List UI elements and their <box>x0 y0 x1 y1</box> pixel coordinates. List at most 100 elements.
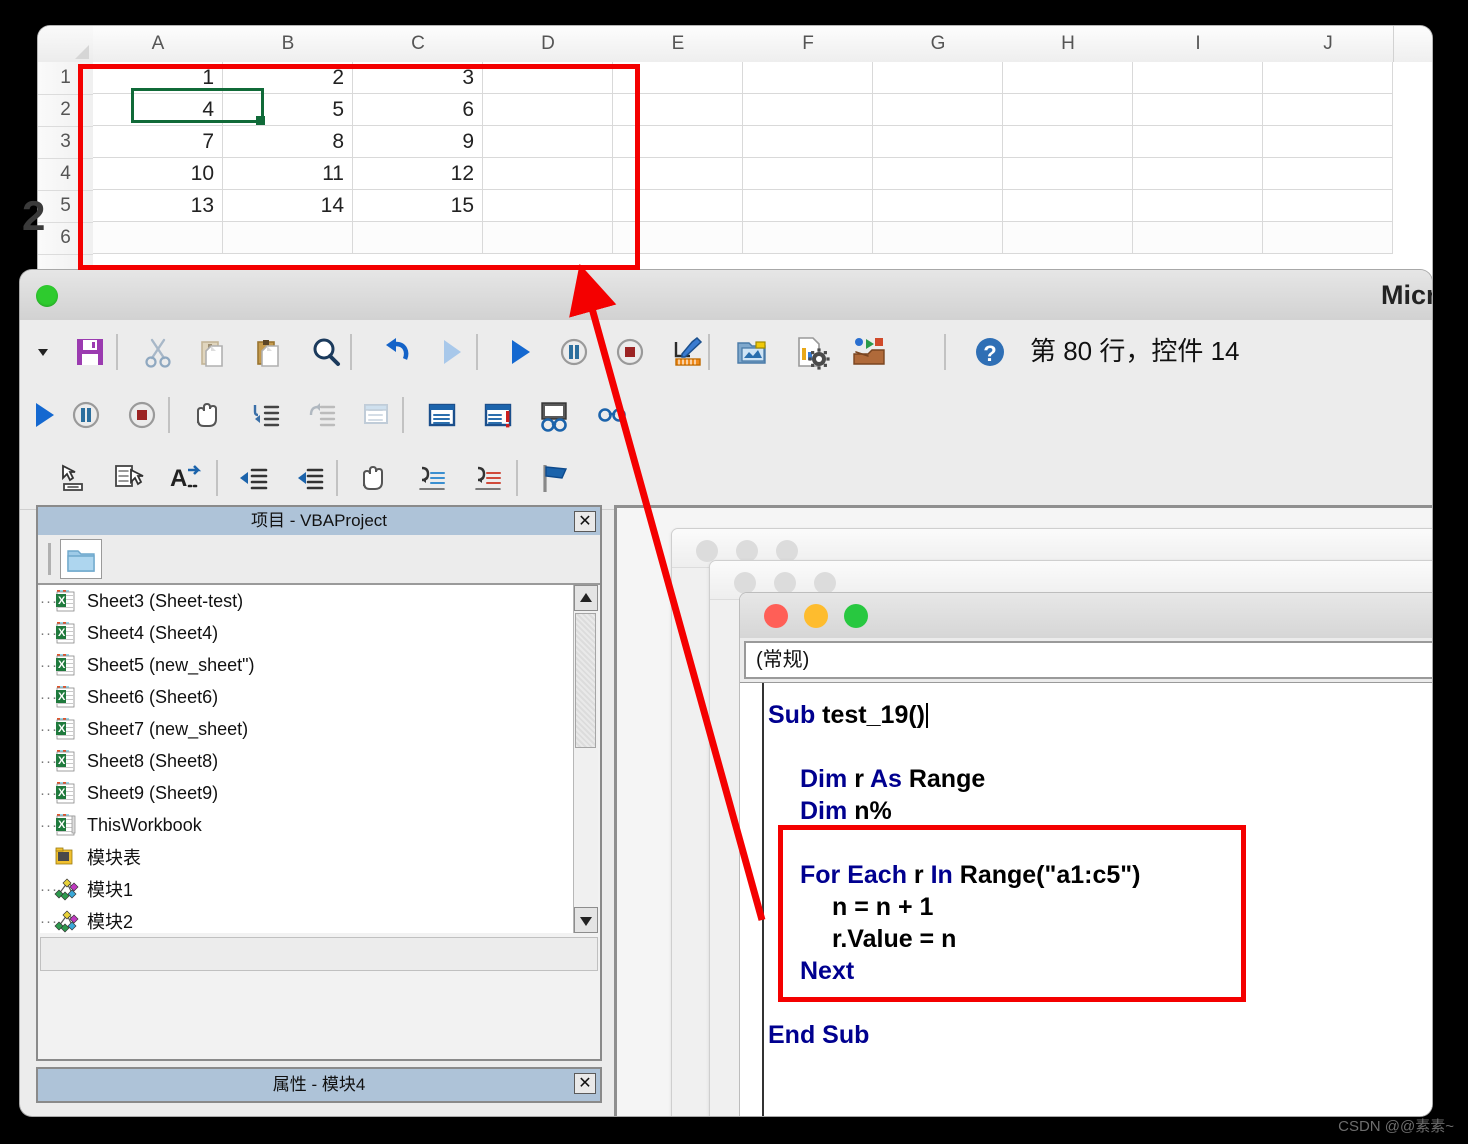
code-line-3[interactable]: Dim r As Range <box>764 763 1432 795</box>
comment-block-icon[interactable] <box>408 456 452 500</box>
scroll-up-button[interactable] <box>574 585 598 611</box>
object-browser-icon[interactable] <box>846 330 890 374</box>
tree-item-1[interactable]: ··· X Sheet4 (Sheet4) <box>40 617 574 649</box>
code-object-dropdown[interactable]: (常规) <box>744 641 1432 679</box>
quick-watch-icon[interactable] <box>590 393 634 437</box>
cell-B4[interactable]: 11 <box>223 158 353 190</box>
watch-window-icon[interactable] <box>532 393 576 437</box>
break-pause-icon[interactable] <box>64 393 108 437</box>
save-icon[interactable] <box>68 330 112 374</box>
cell-C3[interactable]: 9 <box>353 126 483 158</box>
tree-item-2[interactable]: ··· X Sheet5 (new_sheet") <box>40 649 574 681</box>
cell-F6[interactable] <box>743 222 873 254</box>
cell-C6[interactable] <box>353 222 483 254</box>
break-pause-icon[interactable] <box>552 330 596 374</box>
cell-F5[interactable] <box>743 190 873 222</box>
project-tree[interactable]: ··· X Sheet3 (Sheet-test) ··· X Sheet4 (Sheet… <box>40 585 574 933</box>
reset-stop-icon[interactable] <box>120 393 164 437</box>
cell-F4[interactable] <box>743 158 873 190</box>
column-header-J[interactable]: J <box>1263 26 1394 62</box>
row-header-6[interactable]: 6 <box>38 222 93 255</box>
code-line-5[interactable] <box>764 827 1432 859</box>
column-header-C[interactable]: C <box>353 26 484 62</box>
cell-G6[interactable] <box>873 222 1003 254</box>
step-into-icon[interactable] <box>242 393 286 437</box>
undo-icon[interactable] <box>372 330 416 374</box>
cell-D6[interactable] <box>483 222 613 254</box>
toggle-breakpoint-icon[interactable] <box>350 456 394 500</box>
cell-J6[interactable] <box>1263 222 1393 254</box>
copy-icon[interactable] <box>192 330 236 374</box>
project-explorer-close-button[interactable]: ✕ <box>574 511 596 532</box>
code-line-11[interactable]: End Sub <box>764 1019 1432 1051</box>
cell-B5[interactable]: 14 <box>223 190 353 222</box>
code-text-area[interactable]: Sub test_19() Dim r As Range Dim n% For Eac… <box>764 683 1432 1116</box>
cell-I3[interactable] <box>1133 126 1263 158</box>
cell-G5[interactable] <box>873 190 1003 222</box>
cell-G3[interactable] <box>873 126 1003 158</box>
find-icon[interactable] <box>304 330 348 374</box>
run-sub-icon[interactable] <box>20 393 64 437</box>
cell-E4[interactable] <box>613 158 743 190</box>
zoom-window-button[interactable] <box>844 604 868 628</box>
list-constants-icon[interactable] <box>106 456 150 500</box>
cell-I1[interactable] <box>1133 62 1263 94</box>
tree-item-9[interactable]: ··· 模块1 <box>40 873 574 905</box>
project-explorer-icon[interactable] <box>730 330 774 374</box>
cell-A5[interactable]: 13 <box>93 190 223 222</box>
tree-item-3[interactable]: ··· X Sheet6 (Sheet6) <box>40 681 574 713</box>
tree-item-0[interactable]: ··· X Sheet3 (Sheet-test) <box>40 585 574 617</box>
project-explorer-toolbar[interactable] <box>38 535 600 585</box>
edit-toolbar[interactable]: A <box>20 446 1432 510</box>
spreadsheet-grid[interactable]: 1 2 3 4 5 6 7 8 9 10 11 12 13 14 15 <box>93 62 1432 281</box>
scrollbar-thumb[interactable] <box>575 613 596 748</box>
row-header-3[interactable]: 3 <box>38 126 93 159</box>
cell-H3[interactable] <box>1003 126 1133 158</box>
cell-G4[interactable] <box>873 158 1003 190</box>
step-over-icon[interactable] <box>298 393 342 437</box>
column-header-F[interactable]: F <box>743 26 874 62</box>
toggle-breakpoint-icon[interactable] <box>184 393 228 437</box>
design-mode-icon[interactable] <box>666 330 710 374</box>
cell-B3[interactable]: 8 <box>223 126 353 158</box>
cut-icon[interactable] <box>136 330 180 374</box>
cell-D4[interactable] <box>483 158 613 190</box>
reset-stop-icon[interactable] <box>608 330 652 374</box>
standard-toolbar[interactable]: ? 第 80 行，控件 14 <box>20 320 1432 384</box>
column-header-D[interactable]: D <box>483 26 614 62</box>
cell-G1[interactable] <box>873 62 1003 94</box>
view-excel-dropdown[interactable] <box>22 330 66 374</box>
cell-I5[interactable] <box>1133 190 1263 222</box>
column-header-G[interactable]: G <box>873 26 1004 62</box>
code-line-2[interactable] <box>764 731 1432 763</box>
cell-C4[interactable]: 12 <box>353 158 483 190</box>
cell-H1[interactable] <box>1003 62 1133 94</box>
cell-A3[interactable]: 7 <box>93 126 223 158</box>
code-line-8[interactable]: r.Value = n <box>764 923 1432 955</box>
project-tree-scrollbar[interactable] <box>573 585 598 933</box>
column-header-E[interactable]: E <box>613 26 744 62</box>
code-line-10[interactable] <box>764 987 1432 1019</box>
cell-B1[interactable]: 2 <box>223 62 353 94</box>
redo-icon[interactable] <box>428 330 472 374</box>
debug-toolbar[interactable] <box>20 383 1432 447</box>
cell-I6[interactable] <box>1133 222 1263 254</box>
code-line-1[interactable]: Sub test_19() <box>764 699 1432 731</box>
cell-H6[interactable] <box>1003 222 1133 254</box>
cell-A4[interactable]: 10 <box>93 158 223 190</box>
cell-J3[interactable] <box>1263 126 1393 158</box>
step-out-icon[interactable] <box>354 393 398 437</box>
cell-B2[interactable]: 5 <box>223 94 353 126</box>
cell-C1[interactable]: 3 <box>353 62 483 94</box>
run-icon[interactable] <box>496 330 540 374</box>
row-header-2[interactable]: 2 <box>38 94 93 127</box>
list-properties-icon[interactable] <box>50 456 94 500</box>
cell-A1[interactable]: 1 <box>93 62 223 94</box>
indent-icon[interactable] <box>230 456 274 500</box>
maximize-green-button[interactable] <box>36 285 58 307</box>
cell-E2[interactable] <box>613 94 743 126</box>
fill-handle[interactable] <box>256 116 265 125</box>
minimize-window-button[interactable] <box>804 604 828 628</box>
column-header-I[interactable]: I <box>1133 26 1264 62</box>
cell-E3[interactable] <box>613 126 743 158</box>
